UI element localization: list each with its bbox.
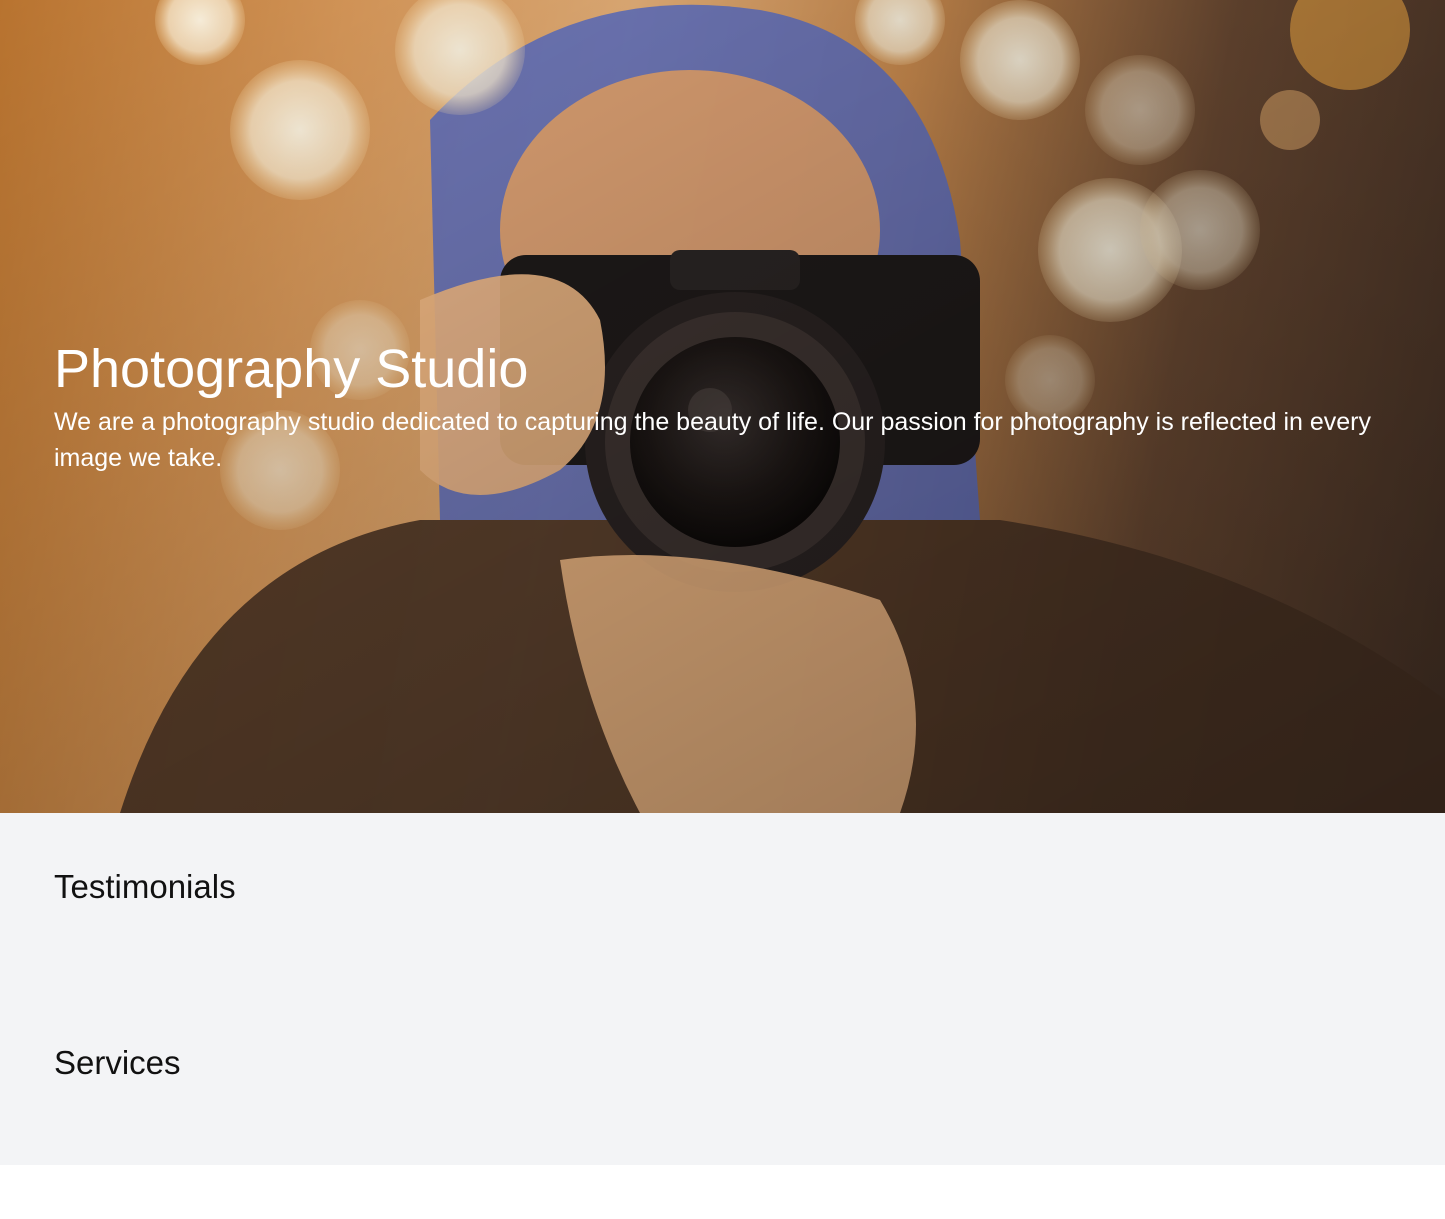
hero-title: Photography Studio — [54, 339, 529, 399]
hero-text-block: Photography Studio We are a photography … — [54, 338, 1384, 476]
services-heading: Services — [54, 1044, 181, 1081]
content-area: Testimonials Services — [0, 813, 1445, 1165]
testimonials-heading: Testimonials — [54, 868, 236, 905]
hero-banner: Photography Studio We are a photography … — [0, 0, 1445, 813]
hero-subtitle: We are a photography studio dedicated to… — [54, 408, 1372, 472]
